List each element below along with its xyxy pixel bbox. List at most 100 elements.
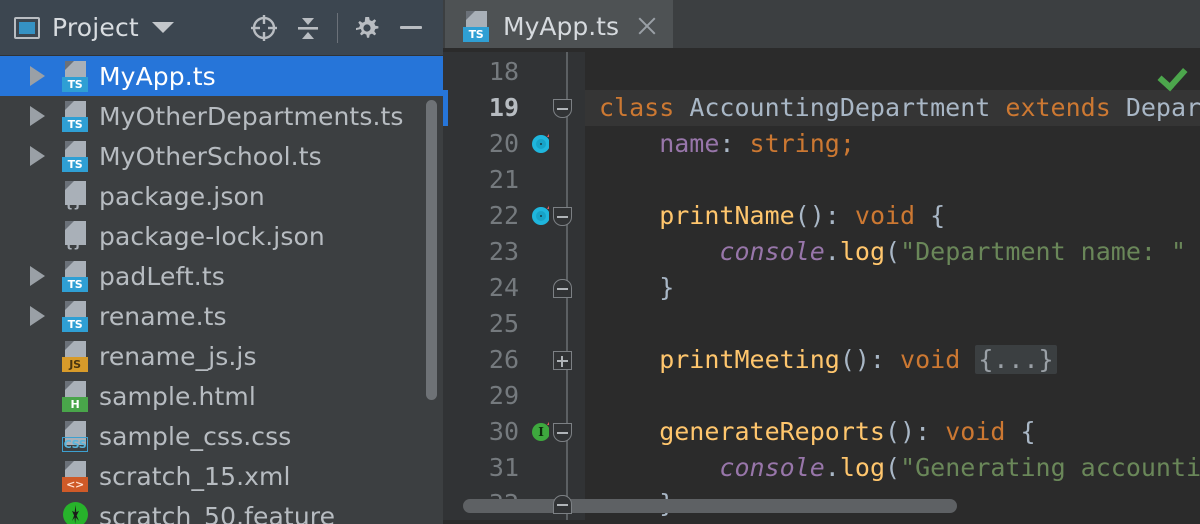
editor-tab-myapp-ts[interactable]: TS MyApp.ts bbox=[445, 0, 673, 52]
css-file-icon: CSS bbox=[62, 420, 90, 452]
ts-file-icon: TS bbox=[62, 300, 90, 332]
tree-item[interactable]: scratch_50.feature bbox=[0, 496, 443, 524]
ts-badge: TS bbox=[62, 157, 88, 172]
tree-item[interactable]: TS MyOtherSchool.ts bbox=[0, 136, 443, 176]
code-line[interactable]: name: string; bbox=[585, 126, 855, 162]
tree-item[interactable]: <> scratch_15.xml bbox=[0, 456, 443, 496]
ts-badge: TS bbox=[62, 77, 88, 92]
collapse-fold-icon[interactable] bbox=[553, 423, 572, 442]
js-file-icon: JS bbox=[62, 340, 90, 372]
js-badge: JS bbox=[62, 357, 88, 372]
expand-arrow-icon[interactable] bbox=[30, 56, 52, 96]
chevron-down-icon[interactable] bbox=[151, 22, 174, 33]
code-token-kw: void bbox=[900, 345, 976, 374]
tree-indent-spacer bbox=[30, 416, 52, 456]
tree-item-label: MyOtherSchool.ts bbox=[99, 141, 322, 171]
gutter-marker-dot: I bbox=[532, 423, 550, 441]
fold-region-end-icon[interactable] bbox=[553, 279, 572, 298]
expand-arrow-icon[interactable] bbox=[30, 296, 52, 336]
code-line[interactable]: console.log("Generating accounting rep bbox=[585, 450, 1200, 486]
tree-item-label: scratch_50.feature bbox=[99, 501, 336, 524]
toolbar-actions bbox=[242, 0, 443, 55]
code-line[interactable] bbox=[585, 306, 599, 342]
crosshair-target-icon bbox=[251, 14, 277, 41]
expand-arrow-icon[interactable] bbox=[30, 136, 52, 176]
collapse-all-button[interactable] bbox=[286, 6, 330, 50]
code-editor[interactable]: 1819202122232425262930I3132 class Accoun… bbox=[443, 52, 1200, 524]
tree-item[interactable]: TS MyOtherDepartments.ts bbox=[0, 96, 443, 136]
code-token-kw: extends bbox=[1005, 93, 1126, 122]
collapse-fold-icon[interactable] bbox=[553, 207, 572, 226]
project-panel-icon bbox=[14, 16, 40, 39]
code-text[interactable]: class AccountingDepartment extends Depar… bbox=[585, 52, 1200, 524]
tree-item[interactable]: Hsample.html bbox=[0, 376, 443, 416]
tool-window-title: Project bbox=[52, 13, 139, 42]
code-token-fld: name bbox=[599, 129, 720, 158]
ts-badge: TS bbox=[62, 117, 88, 132]
locate-file-button[interactable] bbox=[242, 6, 286, 50]
code-token-cons: console bbox=[599, 237, 825, 266]
tree-vertical-scrollbar[interactable] bbox=[426, 100, 437, 400]
xml-badge: <> bbox=[62, 477, 88, 492]
ide-window: Project TS MyApp.ts TS MyOtherDepartment… bbox=[0, 0, 1200, 524]
project-toolbar: Project bbox=[0, 0, 443, 56]
expand-fold-icon[interactable] bbox=[553, 351, 572, 370]
project-tool-window: Project TS MyApp.ts TS MyOtherDepartment… bbox=[0, 0, 443, 524]
json-badge: {} bbox=[64, 236, 82, 251]
css-badge: CSS bbox=[62, 437, 88, 452]
tree-item-label: MyApp.ts bbox=[99, 61, 216, 91]
tree-item-label: sample.html bbox=[99, 381, 256, 411]
tree-item[interactable]: JS rename_js.js bbox=[0, 336, 443, 376]
code-line[interactable] bbox=[585, 54, 599, 90]
expand-arrow-icon[interactable] bbox=[30, 96, 52, 136]
expand-arrow-icon[interactable] bbox=[30, 256, 52, 296]
code-token-kw: void bbox=[945, 417, 1021, 446]
horizontal-scrollbar[interactable] bbox=[463, 499, 957, 513]
line-number: 21 bbox=[488, 165, 519, 194]
code-token-punc: : bbox=[719, 129, 750, 158]
fold-region-end-icon[interactable] bbox=[553, 495, 572, 514]
code-line[interactable] bbox=[585, 162, 599, 198]
tree-item[interactable]: {} package-lock.json bbox=[0, 216, 443, 256]
code-line[interactable]: printMeeting(): void {...} bbox=[585, 342, 1057, 378]
tree-item-label: package-lock.json bbox=[99, 221, 325, 251]
code-line[interactable]: console.log("Department name: " + this bbox=[585, 234, 1200, 270]
code-line[interactable] bbox=[585, 378, 599, 414]
tree-indent-spacer bbox=[30, 216, 52, 256]
code-token-fn: log bbox=[839, 237, 885, 266]
line-number-gutter: 1819202122232425262930I3132 bbox=[443, 52, 557, 524]
close-icon[interactable] bbox=[635, 14, 659, 38]
tree-item[interactable]: CSS sample_css.css bbox=[0, 416, 443, 456]
tree-item[interactable]: {} package.json bbox=[0, 176, 443, 216]
code-line[interactable]: printName(): void { bbox=[585, 198, 945, 234]
code-line[interactable]: class AccountingDepartment extends Depar… bbox=[585, 90, 1200, 126]
project-file-tree[interactable]: TS MyApp.ts TS MyOtherDepartments.ts TS MyOth… bbox=[0, 56, 443, 524]
code-line[interactable]: generateReports(): void { bbox=[585, 414, 1035, 450]
code-token-punc: . bbox=[824, 237, 840, 266]
json-file-icon: {} bbox=[62, 180, 90, 212]
line-number: 26 bbox=[488, 345, 519, 374]
code-token-punc: (): bbox=[794, 201, 855, 230]
code-token-fn: printMeeting bbox=[599, 345, 840, 374]
tree-item[interactable]: TS rename.ts bbox=[0, 296, 443, 336]
code-token-kw: string; bbox=[749, 129, 855, 158]
minimize-icon bbox=[400, 26, 422, 29]
code-token-punc: . bbox=[824, 453, 840, 482]
code-token-punc: (): bbox=[884, 417, 946, 446]
checkmark-ok-icon[interactable] bbox=[1160, 60, 1190, 90]
code-token-fn: generateReports bbox=[599, 417, 885, 446]
tree-item[interactable]: TS padLeft.ts bbox=[0, 256, 443, 296]
code-token-fn: log bbox=[839, 453, 885, 482]
tree-item[interactable]: TS MyApp.ts bbox=[0, 56, 443, 96]
code-token-str: "Generating accounting rep bbox=[900, 453, 1200, 482]
ts-file-icon: TS bbox=[62, 60, 90, 92]
tree-indent-spacer bbox=[30, 456, 52, 496]
tab-label: MyApp.ts bbox=[503, 11, 619, 41]
toolbar-separator bbox=[337, 12, 338, 43]
minimize-button[interactable] bbox=[389, 6, 433, 50]
ts-file-icon: TS bbox=[62, 260, 90, 292]
tree-indent-spacer bbox=[30, 336, 52, 376]
code-line[interactable]: } bbox=[585, 270, 674, 306]
settings-button[interactable] bbox=[345, 6, 389, 50]
collapse-fold-icon[interactable] bbox=[553, 99, 572, 118]
